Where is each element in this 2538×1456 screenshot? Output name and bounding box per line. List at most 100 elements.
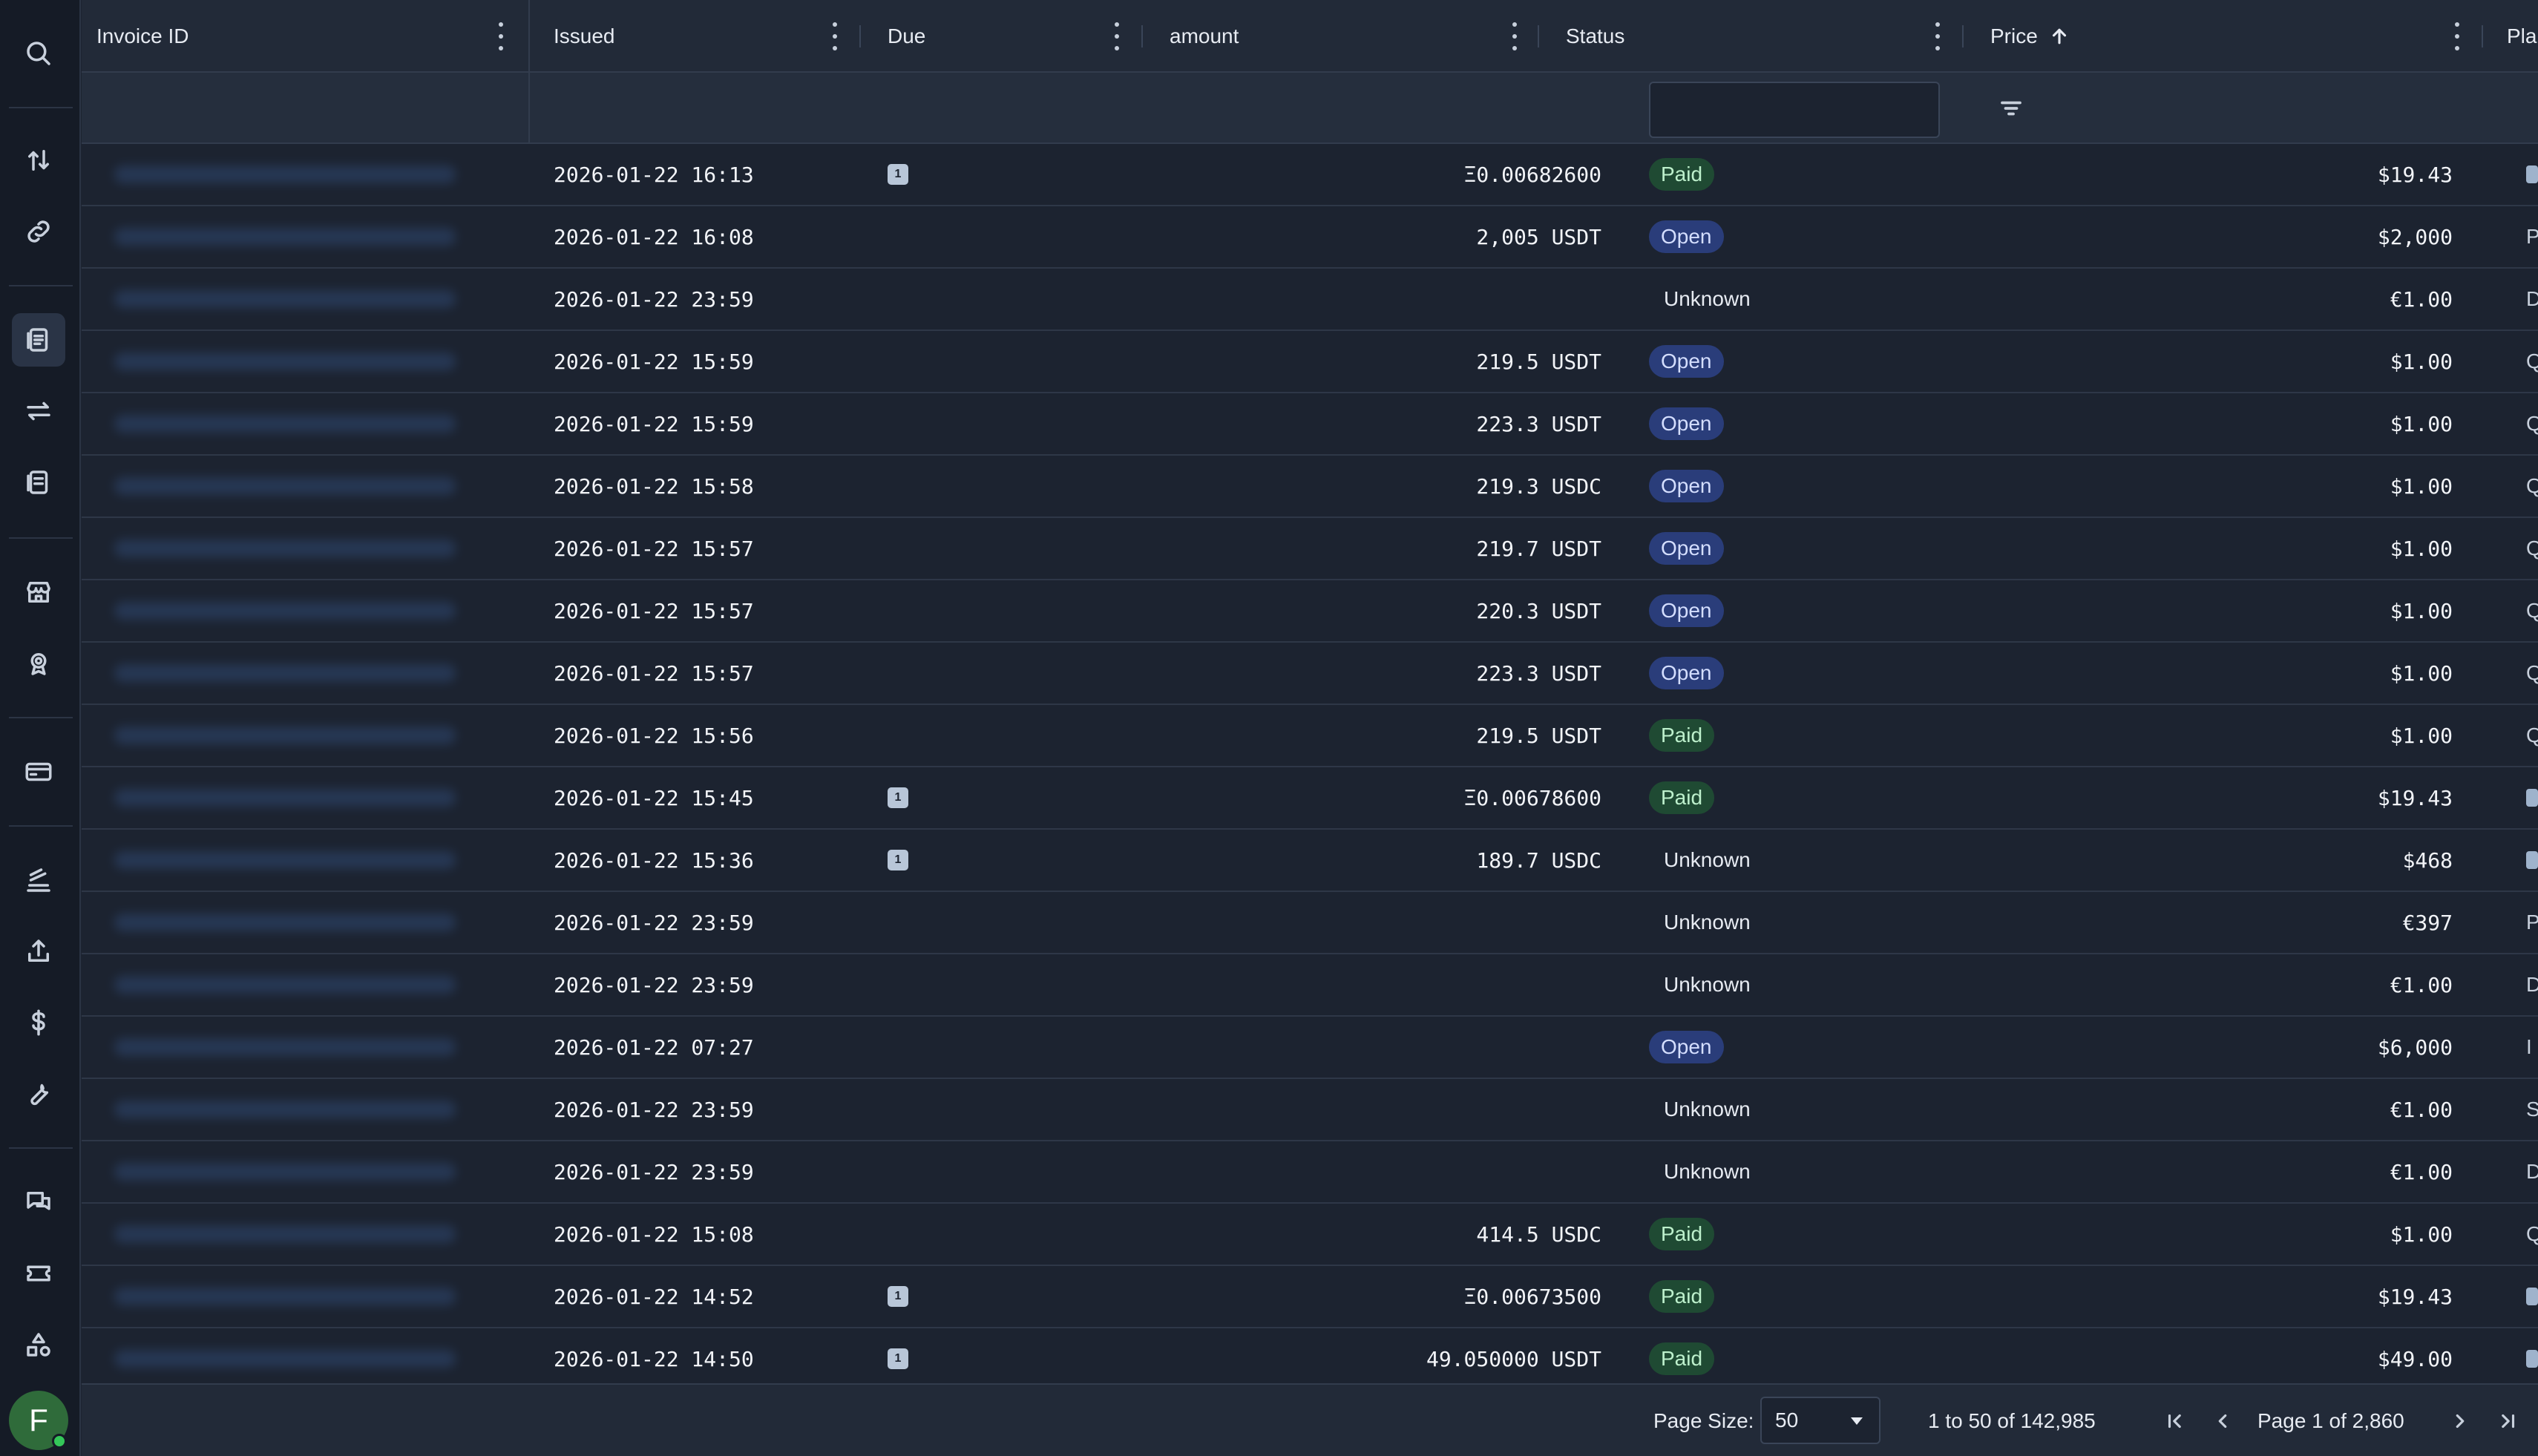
invoice-id-cell[interactable] — [114, 331, 545, 392]
header-plan[interactable]: Pla — [2507, 0, 2538, 73]
invoice-icon[interactable] — [12, 313, 65, 367]
sort-ascending-icon[interactable] — [2048, 25, 2070, 47]
status-badge: Paid — [1649, 1342, 1715, 1375]
table-row[interactable]: 2026-01-22 14:52 1 Ξ0.00673500 Paid $19.43 — [82, 1266, 2538, 1328]
previous-page-button[interactable] — [2211, 1385, 2234, 1456]
invoice-id-cell[interactable] — [114, 456, 545, 517]
invoice-id-cell[interactable] — [114, 892, 545, 953]
header-issued-label: Issued — [554, 24, 615, 47]
status-column-menu-icon[interactable] — [1927, 22, 1949, 50]
shapes-icon[interactable] — [12, 1318, 65, 1371]
issued-column-menu-icon[interactable] — [824, 22, 846, 50]
column-separator[interactable] — [1141, 25, 1143, 47]
due-column-menu-icon[interactable] — [1106, 22, 1128, 50]
invoice-id-cell[interactable] — [114, 1017, 545, 1078]
table-row[interactable]: 2026-01-22 23:59 Unknown €1.00 S — [82, 1079, 2538, 1141]
status-badge: Paid — [1649, 781, 1715, 814]
chat-icon[interactable] — [12, 1175, 65, 1229]
header-invoice-id[interactable]: Invoice ID — [96, 0, 189, 73]
table-row[interactable]: 2026-01-22 23:59 Unknown €1.00 D — [82, 954, 2538, 1017]
table-row[interactable]: 2026-01-22 07:27 Open $6,000 I — [82, 1017, 2538, 1079]
invoice-id-cell[interactable] — [114, 1204, 545, 1265]
stack-icon[interactable] — [12, 853, 65, 907]
next-page-button[interactable] — [2449, 1385, 2471, 1456]
status-cell: Open — [1649, 518, 1724, 579]
header-issued[interactable]: Issued — [554, 0, 615, 73]
card-icon[interactable] — [12, 745, 65, 798]
amount-cell: 223.3 USDT — [1476, 660, 1601, 686]
table-row[interactable]: 2026-01-22 15:08 414.5 USDC Paid $1.00 Q — [82, 1204, 2538, 1266]
last-page-button[interactable] — [2496, 1385, 2519, 1456]
invoice-id-cell[interactable] — [114, 705, 545, 766]
table-row[interactable]: 2026-01-22 15:59 219.5 USDT Open $1.00 Q — [82, 331, 2538, 393]
status-filter-input[interactable] — [1649, 82, 1940, 138]
transfer-icon[interactable] — [12, 134, 65, 187]
status-cell: Unknown — [1649, 892, 1762, 953]
table-row[interactable]: 2026-01-22 23:59 Unknown €1.00 D — [82, 1141, 2538, 1204]
table-row[interactable]: 2026-01-22 15:45 1 Ξ0.00678600 Paid $19.43 — [82, 767, 2538, 830]
header-due[interactable]: Due — [888, 0, 925, 73]
table-row[interactable]: 2026-01-22 15:36 1 189.7 USDC Unknown $468 — [82, 830, 2538, 892]
header-price-label: Price — [1990, 24, 2038, 47]
dollar-icon[interactable] — [12, 996, 65, 1049]
invoice-id-cell[interactable] — [114, 1141, 545, 1202]
amount-column-menu-icon[interactable] — [1504, 22, 1526, 50]
invoice-id-cell[interactable] — [114, 1079, 545, 1140]
table-row[interactable]: 2026-01-22 15:57 223.3 USDT Open $1.00 Q — [82, 643, 2538, 705]
invoice-id-column-menu-icon[interactable] — [490, 22, 512, 50]
price-cell: €1.00 — [2390, 286, 2453, 312]
first-page-button[interactable] — [2164, 1385, 2186, 1456]
table-row[interactable]: 2026-01-22 14:50 1 49.050000 USDT Paid $49.0… — [82, 1328, 2538, 1383]
invoice-id-cell[interactable] — [114, 830, 545, 891]
invoice-id-cell[interactable] — [114, 144, 545, 205]
avatar[interactable]: F — [9, 1391, 68, 1450]
wrench-icon[interactable] — [12, 1067, 65, 1121]
table-row[interactable]: 2026-01-22 15:58 219.3 USDC Open $1.00 Q — [82, 456, 2538, 518]
due-cell: 1 — [888, 830, 908, 891]
invoice-id-cell[interactable] — [114, 580, 545, 641]
issued-cell: 2026-01-22 14:52 — [554, 1284, 754, 1309]
header-amount[interactable]: amount — [1170, 0, 1239, 73]
invoice-id-cell[interactable] — [114, 518, 545, 579]
invoice-id-cell[interactable] — [114, 1266, 545, 1327]
due-badge: 1 — [888, 1286, 908, 1307]
amount-cell: 220.3 USDT — [1476, 598, 1601, 623]
link-icon[interactable] — [12, 205, 65, 258]
search-icon[interactable] — [12, 27, 65, 80]
price-cell: €1.00 — [2390, 972, 2453, 997]
price-column-menu-icon[interactable] — [2446, 22, 2468, 50]
column-separator[interactable] — [1962, 25, 1964, 47]
table-row[interactable]: 2026-01-22 15:59 223.3 USDT Open $1.00 Q — [82, 393, 2538, 456]
filter-icon[interactable] — [1998, 95, 2024, 122]
invoice-id-cell[interactable] — [114, 954, 545, 1015]
invoice-id-cell[interactable] — [114, 767, 545, 828]
table-row[interactable]: 2026-01-22 16:13 1 Ξ0.00682600 Paid $19.43 — [82, 144, 2538, 206]
redacted-invoice-id — [114, 976, 456, 994]
column-separator[interactable] — [859, 25, 861, 47]
header-status[interactable]: Status — [1566, 0, 1624, 73]
swap-icon[interactable] — [12, 384, 65, 438]
header-price[interactable]: Price — [1990, 0, 2070, 73]
table-row[interactable]: 2026-01-22 15:57 220.3 USDT Open $1.00 Q — [82, 580, 2538, 643]
invoice-id-cell[interactable] — [114, 1328, 545, 1383]
table-row[interactable]: 2026-01-22 23:59 Unknown €1.00 D — [82, 269, 2538, 331]
table-row[interactable]: 2026-01-22 16:08 2,005 USDT Open $2,000 P — [82, 206, 2538, 269]
column-separator[interactable] — [2482, 25, 2483, 47]
pagination-bar: Page Size: 50 1 to 50 of 142,985 Page 1 … — [82, 1383, 2538, 1456]
status-badge: Paid — [1649, 1218, 1715, 1250]
status-cell: Open — [1649, 206, 1724, 267]
invoice-id-cell[interactable] — [114, 206, 545, 267]
receipt-icon[interactable] — [12, 456, 65, 509]
award-icon[interactable] — [12, 637, 65, 690]
upload-icon[interactable] — [12, 925, 65, 978]
invoice-id-cell[interactable] — [114, 269, 545, 329]
table-row[interactable]: 2026-01-22 23:59 Unknown €397 P — [82, 892, 2538, 954]
ticket-icon[interactable] — [12, 1247, 65, 1300]
invoice-id-cell[interactable] — [114, 393, 545, 454]
page-size-select[interactable]: 50 — [1760, 1397, 1880, 1444]
table-row[interactable]: 2026-01-22 15:57 219.7 USDT Open $1.00 Q — [82, 518, 2538, 580]
invoice-id-cell[interactable] — [114, 643, 545, 704]
store-icon[interactable] — [12, 565, 65, 619]
table-row[interactable]: 2026-01-22 15:56 219.5 USDT Paid $1.00 Q — [82, 705, 2538, 767]
column-separator[interactable] — [1538, 25, 1539, 47]
